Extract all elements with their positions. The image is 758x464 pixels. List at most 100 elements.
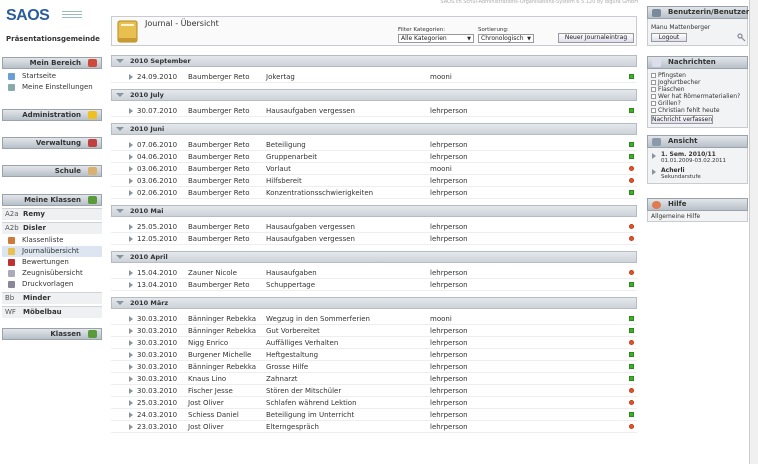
journal-row[interactable]: 30.03.2010 Knaus Lino Zahnarzt lehrperson: [111, 373, 637, 385]
help-link[interactable]: Allgemeine Hilfe: [651, 213, 700, 220]
nav-zeugnisuebersicht[interactable]: Zeugnisübersicht: [2, 268, 102, 279]
month-header[interactable]: 2010 Mai: [111, 205, 637, 217]
journal-row[interactable]: 25.03.2010 Jost Oliver Schlafen während Le…: [111, 397, 637, 409]
journal-row[interactable]: 04.06.2010 Baumberger Reto Gruppenarbeit le…: [111, 151, 637, 163]
news-checkbox[interactable]: [651, 80, 656, 85]
nav-druckvorlagen[interactable]: Druckvorlagen: [2, 279, 102, 290]
journal-row[interactable]: 03.06.2010 Baumberger Reto Hilfsbereit lehr…: [111, 175, 637, 187]
expand-arrow-icon[interactable]: [129, 190, 133, 196]
nav-label: Startseite: [22, 72, 57, 80]
status-warning-icon: [629, 424, 634, 429]
journal-row[interactable]: 24.09.2010 Baumberger Reto Jokertag mooni: [111, 71, 637, 83]
panel-administration[interactable]: Administration: [2, 109, 102, 121]
news-item[interactable]: Wer hat Römermaterialien?: [658, 93, 740, 100]
news-checkbox[interactable]: [651, 94, 656, 99]
expand-arrow-icon[interactable]: [129, 388, 133, 394]
journal-row[interactable]: 30.03.2010 Bänninger Rebekka Wegzug in den…: [111, 313, 637, 325]
expand-arrow-icon[interactable]: [129, 352, 133, 358]
expand-arrow-icon[interactable]: [129, 364, 133, 370]
entry-date: 30.03.2010: [137, 327, 178, 335]
journal-row[interactable]: 07.06.2010 Baumberger Reto Beteiligung lehr…: [111, 139, 637, 151]
panel-verwaltung[interactable]: Verwaltung: [2, 137, 102, 149]
journal-row[interactable]: 30.03.2010 Nigg Enrico Auffälliges Verhalt…: [111, 337, 637, 349]
sort-select[interactable]: Chronologisch ▼: [478, 34, 534, 43]
filter-select[interactable]: Alle Kategorien ▼: [398, 34, 474, 43]
news-item[interactable]: Grillen?: [658, 100, 681, 107]
expand-arrow-icon[interactable]: [129, 328, 133, 334]
expand-arrow-icon[interactable]: [652, 153, 656, 159]
news-checkbox[interactable]: [651, 108, 656, 113]
view-school[interactable]: Acherli: [661, 167, 685, 174]
news-item[interactable]: Joghurtbecher: [658, 79, 700, 86]
journal-row[interactable]: 30.03.2010 Fischer Jesse Stören der Mitsch…: [111, 385, 637, 397]
panel-meine-klassen[interactable]: Meine Klassen: [2, 194, 102, 206]
journal-row[interactable]: 30.03.2010 Bänninger Rebekka Grosse Hilfe l…: [111, 361, 637, 373]
month-header[interactable]: 2010 März: [111, 297, 637, 309]
expand-arrow-icon[interactable]: [129, 282, 133, 288]
expand-arrow-icon[interactable]: [129, 142, 133, 148]
expand-arrow-icon[interactable]: [129, 376, 133, 382]
nav-einstellungen[interactable]: Meine Einstellungen: [2, 82, 102, 93]
month-header[interactable]: 2010 April: [111, 251, 637, 263]
expand-arrow-icon[interactable]: [129, 178, 133, 184]
logout-button[interactable]: Logout: [651, 33, 687, 42]
journal-row[interactable]: 13.04.2010 Baumberger Reto Schuppertage leh…: [111, 279, 637, 291]
write-message-button[interactable]: Nachricht verfassen: [651, 115, 713, 124]
news-checkbox[interactable]: [651, 87, 656, 92]
expand-arrow-icon[interactable]: [129, 270, 133, 276]
month-header[interactable]: 2010 September: [111, 55, 637, 67]
semester[interactable]: 1. Sem. 2010/11: [661, 151, 716, 158]
panel-news[interactable]: Nachrichten: [647, 56, 748, 69]
nav-startseite[interactable]: Startseite: [2, 71, 102, 82]
journal-row[interactable]: 25.05.2010 Baumberger Reto Hausaufgaben ve…: [111, 221, 637, 233]
expand-arrow-icon[interactable]: [129, 224, 133, 230]
class-row-a2a[interactable]: A2a Remy: [2, 208, 102, 220]
entry-subject: lehrperson: [430, 387, 468, 395]
panel-user[interactable]: Benutzerin/Benutzer: [647, 6, 749, 19]
expand-arrow-icon[interactable]: [129, 166, 133, 172]
panel-klassen[interactable]: Klassen: [2, 328, 102, 340]
new-entry-button[interactable]: Neuer Journaleintrag: [558, 33, 634, 43]
journal-row[interactable]: 03.06.2010 Baumberger Reto Vorlaut mooni: [111, 163, 637, 175]
journal-row[interactable]: 30.07.2010 Baumberger Reto Hausaufgaben ve…: [111, 105, 637, 117]
journal-row[interactable]: 24.03.2010 Schiess Daniel Beteiligung im U…: [111, 409, 637, 421]
class-row-bb[interactable]: Bb Minder: [2, 292, 102, 304]
expand-arrow-icon[interactable]: [129, 236, 133, 242]
expand-arrow-icon[interactable]: [129, 424, 133, 430]
expand-arrow-icon[interactable]: [129, 154, 133, 160]
journal-row[interactable]: 12.05.2010 Baumberger Reto Hausaufgaben ve…: [111, 233, 637, 245]
nav-klassenliste[interactable]: Klassenliste: [2, 235, 102, 246]
journal-row[interactable]: 15.04.2010 Zauner Nicole Hausaufgaben lehrp…: [111, 267, 637, 279]
news-checkbox[interactable]: [651, 73, 656, 78]
expand-arrow-icon[interactable]: [129, 340, 133, 346]
news-item[interactable]: Pfingsten: [658, 72, 686, 79]
expand-arrow-icon[interactable]: [129, 316, 133, 322]
journal-row[interactable]: 02.06.2010 Baumberger Reto Konzentrationss…: [111, 187, 637, 199]
panel-schule[interactable]: Schule: [2, 165, 102, 177]
panel-view[interactable]: Ansicht: [647, 135, 748, 148]
panel-help[interactable]: Hilfe: [647, 198, 748, 211]
logo-box: SAOS Präsentationsgemeinde: [2, 2, 102, 46]
news-item[interactable]: Christian fehlt heute: [658, 107, 720, 114]
panel-label: Schule: [54, 167, 81, 175]
logo[interactable]: SAOS: [6, 7, 50, 25]
panel-mein-bereich[interactable]: Mein Bereich: [2, 57, 102, 69]
month-header[interactable]: 2010 Juni: [111, 123, 637, 135]
news-item[interactable]: Flaschen: [658, 86, 685, 93]
class-row-wf[interactable]: WF Möbelbau: [2, 306, 102, 318]
nav-bewertungen[interactable]: Bewertungen: [2, 257, 102, 268]
journal-row[interactable]: 23.03.2010 Jost Oliver Elterngespräch lehrp…: [111, 421, 637, 433]
expand-arrow-icon[interactable]: [129, 400, 133, 406]
expand-arrow-icon[interactable]: [652, 169, 656, 175]
scrollbar[interactable]: [749, 0, 758, 464]
expand-arrow-icon[interactable]: [129, 108, 133, 114]
expand-arrow-icon[interactable]: [129, 412, 133, 418]
key-icon[interactable]: [737, 33, 746, 42]
nav-journaluebersicht[interactable]: Journalübersicht: [2, 246, 102, 257]
month-header[interactable]: 2010 July: [111, 89, 637, 101]
expand-arrow-icon[interactable]: [129, 74, 133, 80]
news-checkbox[interactable]: [651, 101, 656, 106]
class-row-a2b[interactable]: A2b Disler: [2, 222, 102, 234]
journal-row[interactable]: 30.03.2010 Bänninger Rebekka Gut Vorbereit…: [111, 325, 637, 337]
journal-row[interactable]: 30.03.2010 Burgener Michelle Heftgestaltun…: [111, 349, 637, 361]
